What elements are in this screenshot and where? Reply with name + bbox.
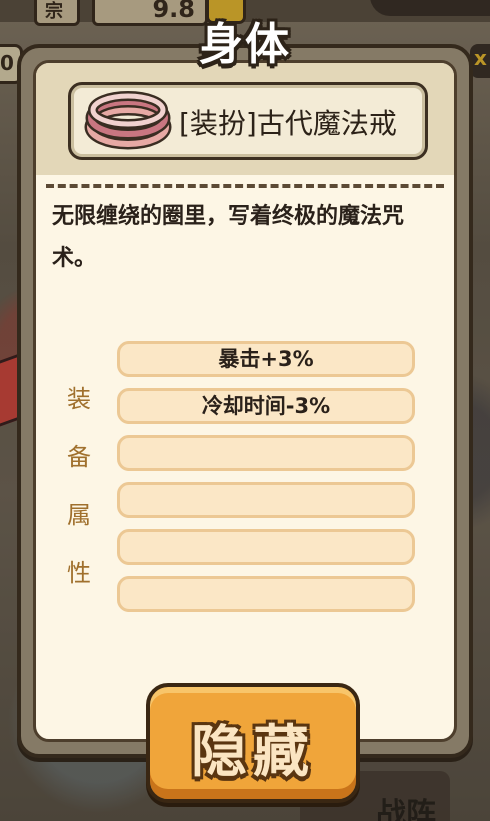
item-name: [装扮]古代魔法戒 [179, 107, 397, 140]
attribute-slot-5 [117, 529, 415, 565]
hide-button[interactable]: 隐藏 [146, 683, 360, 803]
header-divider [46, 184, 444, 188]
attribute-slot-2: 冷却时间-3% [117, 388, 415, 424]
attribute-slot-1: 暴击+3% [117, 341, 415, 377]
attribute-slot-6 [117, 576, 415, 612]
attr-label-char: 装 [67, 385, 91, 413]
attr-label-char: 备 [67, 443, 91, 471]
equipment-attributes-label: 装 备 属 性 [64, 370, 94, 602]
attribute-slot-4 [117, 482, 415, 518]
attr-label-char: 属 [67, 501, 91, 529]
ring-icon [84, 91, 172, 150]
item-description: 无限缠绕的圈里，写着终极的魔法咒术。 [52, 204, 405, 271]
hide-button-label: 隐藏 [191, 720, 315, 785]
item-banner: [装扮]古代魔法戒 [68, 82, 428, 160]
attr-label-char: 性 [67, 559, 91, 587]
panel-title: 身体 [199, 19, 291, 70]
attribute-slot-3 [117, 435, 415, 471]
